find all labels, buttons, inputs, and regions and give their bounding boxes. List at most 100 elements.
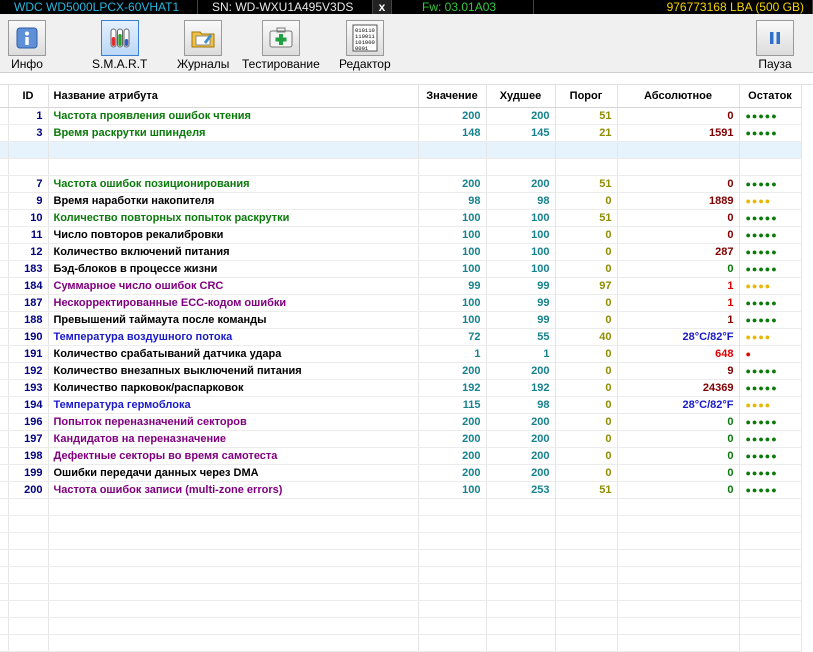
row-spacer	[0, 362, 9, 380]
attribute-id	[8, 158, 49, 176]
info-button-label: Инфо	[11, 57, 43, 71]
attribute-id: 187	[8, 294, 49, 312]
table-row[interactable]: 1 Частота проявления ошибок чтения 200 200 5…	[0, 107, 802, 125]
column-header-value[interactable]: Значение	[418, 85, 487, 108]
editor-button[interactable]: 010110 110011 101000 0001 Редактор	[339, 20, 391, 71]
table-row[interactable]: 190 Температура воздушного потока 72 55 40 28…	[0, 328, 802, 346]
table-row[interactable]: 193 Количество парковок/распарковок 192 192…	[0, 379, 802, 397]
column-header-name[interactable]: Название атрибута	[48, 85, 419, 108]
empty-cell	[418, 532, 487, 550]
attribute-worst: 200	[486, 413, 556, 431]
attribute-threshold: 0	[555, 226, 618, 244]
attribute-id: 190	[8, 328, 49, 346]
table-row[interactable]: 187 Нескорректированные ECC-кодом ошибки 1…	[0, 294, 802, 312]
attribute-id: 3	[8, 124, 49, 142]
attribute-raw: 0	[617, 430, 740, 448]
column-header-id[interactable]: ID	[8, 85, 49, 108]
row-spacer	[0, 430, 9, 448]
table-row[interactable]: 3 Время раскрутки шпинделя 148 145 21 1591 ●●●…	[0, 124, 802, 142]
empty-cell	[418, 583, 487, 601]
empty-cell	[555, 532, 618, 550]
table-row[interactable]: 197 Кандидатов на переназначение 200 200 0 0 ●…	[0, 430, 802, 448]
empty-cell	[8, 583, 49, 601]
attribute-name: Дефектные секторы во время самотеста	[48, 447, 419, 465]
attribute-worst: 253	[486, 481, 556, 499]
health-indicator: ●●●●	[739, 396, 802, 414]
drive-firmware: Fw: 03.01A03	[392, 0, 534, 14]
drive-info-bar: WDC WD5000LPCX-60VHAT1 SN: WD-WXU1A495V3…	[0, 0, 813, 14]
empty-cell	[48, 498, 419, 516]
empty-cell	[48, 600, 419, 618]
pause-button[interactable]: Пауза	[756, 20, 794, 71]
attribute-worst: 98	[486, 396, 556, 414]
attribute-worst: 145	[486, 124, 556, 142]
column-header-worst[interactable]: Худшее	[486, 85, 556, 108]
attribute-id: 199	[8, 464, 49, 482]
column-header-raw[interactable]: Абсолютное	[617, 85, 740, 108]
smart-button-label: S.M.A.R.T	[92, 57, 148, 71]
attribute-value: 100	[418, 243, 487, 261]
table-row[interactable]	[0, 141, 802, 159]
table-row[interactable]: 7 Частота ошибок позиционирования 200 200 51…	[0, 175, 802, 193]
attribute-threshold: 0	[555, 464, 618, 482]
row-spacer	[0, 243, 9, 261]
table-row[interactable]: 11 Число повторов рекалибровки 100 100 0 0 ●●●…	[0, 226, 802, 244]
column-header-threshold[interactable]: Порог	[555, 85, 618, 108]
table-row[interactable]	[0, 158, 802, 176]
testing-button[interactable]: Тестирование	[242, 20, 320, 71]
attribute-name: Частота ошибок позиционирования	[48, 175, 419, 193]
smart-button[interactable]: S.M.A.R.T	[92, 20, 147, 71]
row-spacer	[0, 413, 9, 431]
attribute-id: 196	[8, 413, 49, 431]
attribute-id: 192	[8, 362, 49, 380]
table-row[interactable]: 188 Превышений таймаута после команды 100 9…	[0, 311, 802, 329]
empty-row	[0, 617, 802, 635]
health-indicator: ●●●●	[739, 277, 802, 295]
attribute-raw: 9	[617, 362, 740, 380]
attribute-id: 197	[8, 430, 49, 448]
info-button[interactable]: Инфо	[8, 20, 46, 71]
table-row[interactable]: 196 Попыток переназначений секторов 200 200…	[0, 413, 802, 431]
column-header-remain[interactable]: Остаток	[739, 85, 802, 108]
logs-button[interactable]: Журналы	[177, 20, 229, 71]
attribute-raw: 1	[617, 294, 740, 312]
health-indicator: ●●●●●	[739, 243, 802, 261]
table-row[interactable]: 192 Количество внезапных выключений питан…	[0, 362, 802, 380]
table-row[interactable]: 184 Суммарное число ошибок CRC 99 99 97 1 ●●●●	[0, 277, 802, 295]
table-row[interactable]: 183 Бэд-блоков в процессе жизни 100 100 0 0 ●●…	[0, 260, 802, 278]
table-row[interactable]: 199 Ошибки передачи данных через DMA 200 20…	[0, 464, 802, 482]
attribute-value: 200	[418, 362, 487, 380]
table-row[interactable]: 194 Температура гермоблока 115 98 0 28°C/82°F…	[0, 396, 802, 414]
table-row[interactable]: 9 Время наработки накопителя 98 98 0 1889 ●●●●	[0, 192, 802, 210]
row-spacer	[0, 141, 9, 159]
empty-cell	[617, 600, 740, 618]
health-indicator: ●●●●●	[739, 209, 802, 227]
table-row[interactable]: 191 Количество срабатываний датчика удара…	[0, 345, 802, 363]
attribute-worst: 98	[486, 192, 556, 210]
attribute-raw: 28°C/82°F	[617, 328, 740, 346]
empty-cell	[486, 498, 556, 516]
attribute-value: 99	[418, 277, 487, 295]
attribute-name: Температура гермоблока	[48, 396, 419, 414]
table-row[interactable]: 198 Дефектные секторы во время самотеста 2…	[0, 447, 802, 465]
attribute-value: 200	[418, 107, 487, 125]
empty-cell	[486, 549, 556, 567]
empty-cell	[8, 634, 49, 652]
empty-cell	[739, 634, 802, 652]
close-drive-button[interactable]: x	[373, 0, 392, 14]
folder-icon	[184, 20, 223, 56]
attribute-raw: 0	[617, 226, 740, 244]
attribute-worst	[486, 158, 556, 176]
row-spacer	[0, 226, 9, 244]
drive-capacity: 976773168 LBA (500 GB)	[534, 0, 813, 14]
smart-attributes-grid[interactable]: ID Название атрибута Значение Худшее Пор…	[0, 84, 813, 652]
health-indicator	[739, 158, 802, 176]
attribute-threshold: 0	[555, 243, 618, 261]
table-row[interactable]: 200 Частота ошибок записи (multi-zone err…	[0, 481, 802, 499]
table-row[interactable]: 12 Количество включений питания 100 100 0 287…	[0, 243, 802, 261]
test-tubes-icon	[100, 20, 139, 56]
empty-cell	[418, 617, 487, 635]
empty-cell	[8, 566, 49, 584]
table-row[interactable]: 10 Количество повторных попыток раскрутки…	[0, 209, 802, 227]
health-indicator: ●●●●●	[739, 379, 802, 397]
